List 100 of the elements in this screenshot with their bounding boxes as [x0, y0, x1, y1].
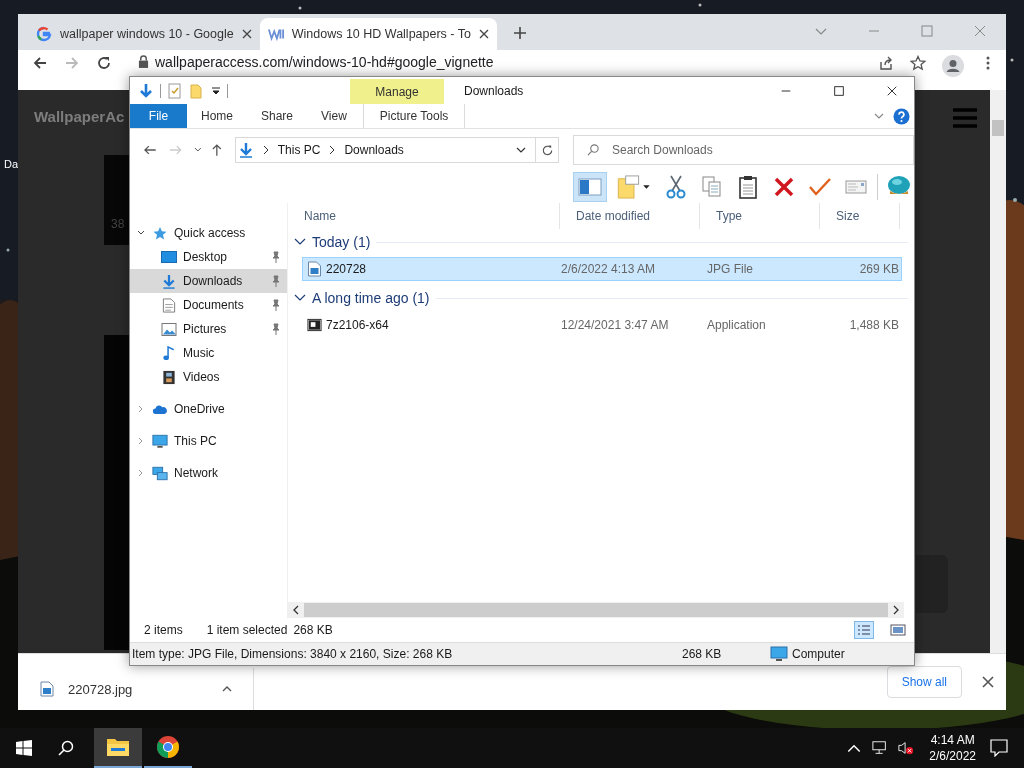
- desktop-icon: [161, 249, 177, 265]
- nav-item[interactable]: Documents: [130, 293, 287, 317]
- clock[interactable]: 4:14 AM 2/6/2022: [929, 732, 976, 764]
- refresh-button[interactable]: [535, 137, 559, 163]
- star-icon: [152, 225, 168, 241]
- group-header[interactable]: A long time ago (1): [294, 285, 914, 311]
- ribbon-tab[interactable]: View: [307, 104, 361, 128]
- horizontal-scrollbar[interactable]: [288, 602, 904, 618]
- scrollbar[interactable]: [990, 90, 1006, 653]
- refresh-icon: [540, 143, 554, 157]
- close-icon[interactable]: [886, 84, 898, 97]
- selection-size: 268 KB: [293, 623, 333, 637]
- reload-icon[interactable]: [96, 55, 112, 71]
- ribbon-tab[interactable]: Picture Tools: [362, 104, 466, 128]
- zone-label: Computer: [792, 647, 845, 661]
- scroll-right-icon[interactable]: [892, 605, 900, 615]
- monitor-icon: [770, 646, 788, 662]
- pin-icon[interactable]: [271, 275, 281, 287]
- nav-item[interactable]: Desktop: [130, 245, 287, 269]
- file-tab[interactable]: File: [130, 104, 187, 128]
- clock-time: 4:14 AM: [930, 732, 975, 748]
- network-icon[interactable]: [872, 740, 889, 756]
- nav-item[interactable]: Network: [130, 461, 287, 485]
- nav-item[interactable]: This PC: [130, 429, 287, 453]
- pin-icon[interactable]: [271, 299, 281, 311]
- dropdown-icon[interactable]: [211, 85, 221, 96]
- muted-speaker-icon[interactable]: [898, 740, 915, 756]
- pin-icon[interactable]: [271, 251, 281, 263]
- search-field[interactable]: Search Downloads: [573, 135, 914, 165]
- scroll-left-icon[interactable]: [292, 605, 300, 615]
- site-logo-icon: [267, 26, 284, 42]
- details-size: 268 KB: [681, 647, 723, 661]
- item-count: 2 items: [144, 623, 183, 637]
- file-row[interactable]: 7z2106-x64 12/24/2021 3:47 AM Application 1,488 KB: [302, 313, 902, 337]
- ribbon-tab[interactable]: Share: [247, 104, 308, 128]
- large-icons-view-icon[interactable]: [888, 621, 908, 639]
- download-arrow-icon: [161, 273, 177, 289]
- folder-icon: [106, 737, 130, 757]
- nav-item[interactable]: Music: [130, 341, 287, 365]
- download-arrow-icon: [237, 142, 254, 158]
- nav-item[interactable]: OneDrive: [130, 397, 287, 421]
- network-icon: [152, 465, 168, 481]
- nav-item[interactable]: Pictures: [130, 317, 287, 341]
- desktop-icon-label[interactable]: Da: [4, 158, 18, 170]
- card-label: 38: [111, 217, 125, 231]
- clipboard-icon: [738, 175, 758, 199]
- nav-item[interactable]: Quick access: [130, 221, 287, 245]
- details-view-icon[interactable]: [854, 621, 874, 639]
- help-icon[interactable]: [893, 107, 910, 125]
- close-icon[interactable]: [241, 29, 252, 39]
- pictures-icon: [161, 321, 177, 337]
- search-icon: [587, 143, 600, 156]
- share-icon[interactable]: [878, 55, 894, 71]
- show-all-button[interactable]: Show all: [886, 666, 962, 698]
- address-bar[interactable]: wallpaperaccess.com/windows-10-hd#google_vignette: [155, 55, 494, 70]
- chevron-right-icon: [328, 145, 337, 155]
- column-header[interactable]: Name: [288, 203, 560, 229]
- column-header[interactable]: Date modified: [560, 203, 700, 229]
- image-file-icon: [307, 261, 322, 277]
- delete-icon: [774, 177, 794, 197]
- document-icon: [161, 297, 177, 313]
- browser-tab[interactable]: wallpaper windows 10 - Google: [28, 18, 260, 50]
- group-header[interactable]: Today (1): [294, 229, 914, 255]
- clock-date: 2/6/2022: [929, 748, 976, 764]
- context-tab-header: Manage: [350, 79, 444, 104]
- download-item[interactable]: 220728.jpg: [18, 668, 254, 710]
- new-tab-icon[interactable]: [512, 26, 527, 40]
- file-row[interactable]: 220728 2/6/2022 4:13 AM JPG File 269 KB: [302, 257, 902, 281]
- nav-item[interactable]: Videos: [130, 365, 287, 389]
- star-icon[interactable]: [910, 55, 926, 71]
- notifications-icon[interactable]: [990, 739, 1008, 757]
- film-icon: [161, 369, 177, 385]
- monitor-icon: [152, 433, 168, 449]
- close-icon[interactable]: [982, 676, 994, 688]
- selection-status: 1 item selected: [206, 623, 288, 637]
- breadcrumb-item[interactable]: Downloads: [344, 143, 404, 157]
- close-icon[interactable]: [478, 29, 489, 39]
- collapse-icon[interactable]: [294, 237, 306, 247]
- column-header[interactable]: Type: [700, 203, 820, 229]
- profile-icon[interactable]: [942, 55, 964, 77]
- image-file-icon: [40, 681, 54, 697]
- breadcrumb-item[interactable]: This PC: [277, 143, 321, 157]
- back-icon[interactable]: [32, 55, 48, 71]
- windows-start-icon[interactable]: [16, 740, 32, 756]
- window-title: Downloads: [464, 83, 524, 98]
- column-header[interactable]: Size: [820, 203, 900, 229]
- download-arrow-icon[interactable]: [138, 82, 154, 99]
- nav-item[interactable]: Downloads: [130, 269, 287, 293]
- maximize-icon[interactable]: [833, 84, 845, 97]
- collapse-icon[interactable]: [294, 293, 306, 303]
- ribbon-tab[interactable]: Home: [187, 104, 247, 128]
- address-field[interactable]: This PC Downloads: [234, 137, 537, 163]
- browser-tab[interactable]: Windows 10 HD Wallpapers - To: [259, 18, 497, 50]
- music-note-icon: [161, 345, 177, 361]
- pin-icon[interactable]: [271, 323, 281, 335]
- check-icon: [809, 177, 831, 197]
- search-icon[interactable]: [58, 740, 74, 756]
- google-icon: [36, 26, 52, 42]
- copy-icon: [702, 176, 722, 198]
- taskbar-app[interactable]: [94, 728, 142, 768]
